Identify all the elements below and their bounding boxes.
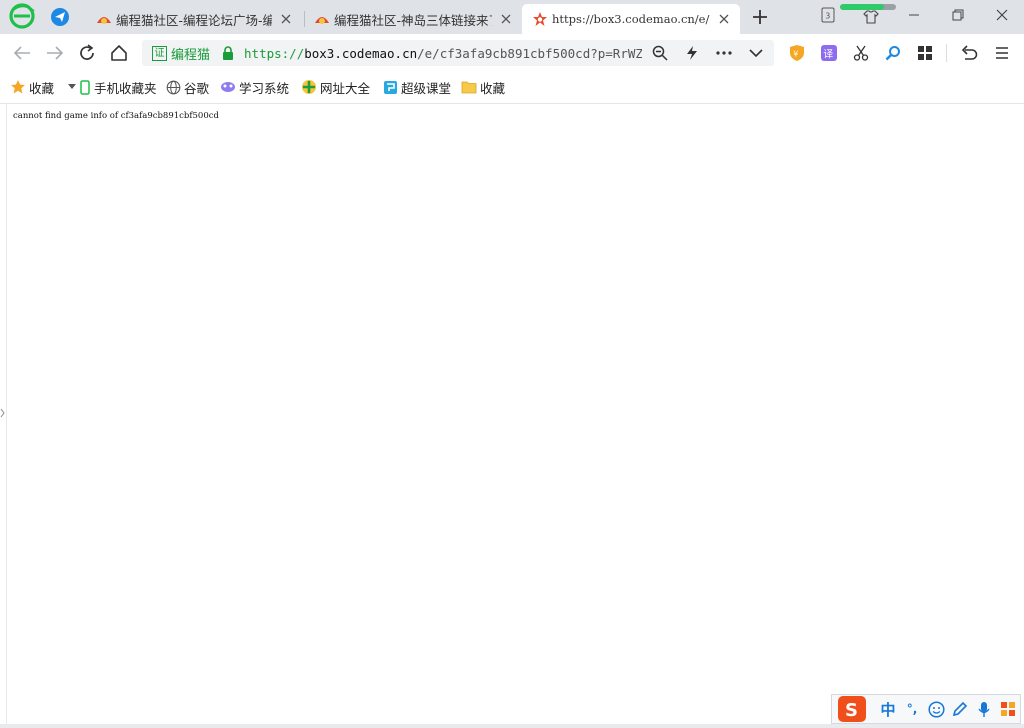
tab-codemao-shendao[interactable]: 编程猫社区-神岛三体链接来了	[310, 4, 520, 34]
codemao-favicon-icon	[97, 17, 111, 24]
home-button[interactable]	[108, 42, 130, 64]
zoom-search-icon[interactable]	[650, 43, 670, 63]
folder-icon	[461, 79, 477, 95]
scissors-icon[interactable]	[850, 42, 872, 64]
back-button[interactable]	[11, 42, 33, 64]
error-message: cannot find game info of cf3afa9cb891cbf…	[13, 111, 219, 121]
sogou-logo-icon[interactable]: S	[838, 696, 866, 722]
forward-button[interactable]	[44, 42, 66, 64]
bookmark-label: 谷歌	[184, 80, 210, 96]
bookmark-label: 学习系统	[239, 80, 290, 96]
lightning-icon[interactable]	[682, 43, 702, 63]
bookmark-folder-favorites[interactable]: 收藏	[461, 78, 505, 96]
reload-button[interactable]	[76, 42, 98, 64]
url-scheme: https://	[244, 45, 305, 61]
close-window-button[interactable]	[990, 4, 1014, 26]
tab-close-icon[interactable]	[716, 11, 732, 27]
site-name: 编程猫	[171, 47, 211, 63]
bookmark-label: 超级课堂	[401, 80, 452, 96]
menu-hamburger-icon[interactable]	[991, 42, 1013, 64]
emoji-icon[interactable]	[924, 697, 948, 721]
tab-close-icon[interactable]	[498, 11, 514, 27]
bookmark-favorites[interactable]: 收藏	[10, 78, 54, 96]
tab-box3-active[interactable]: https://box3.codemao.cn/e/	[522, 4, 740, 34]
ime-toolbar: S 中 °,	[831, 694, 1021, 724]
bookmark-label: 收藏	[480, 80, 506, 96]
undo-icon[interactable]	[958, 42, 980, 64]
skin-shirt-icon[interactable]	[859, 6, 883, 28]
tab-codemao-forum[interactable]: 编程猫社区-编程论坛广场-编	[92, 4, 300, 34]
svg-text:3: 3	[825, 12, 830, 21]
url-host: box3.codemao.cn	[304, 45, 418, 61]
bookmark-mobile[interactable]: 手机收藏夹	[79, 78, 157, 96]
more-options-icon[interactable]	[714, 43, 734, 63]
bookmark-label: 收藏	[29, 80, 55, 96]
ime-language-toggle[interactable]: 中	[876, 697, 900, 721]
svg-text:¥: ¥	[793, 50, 798, 59]
site-directory-icon	[301, 79, 317, 95]
phone-icon	[79, 79, 91, 95]
star-icon	[10, 79, 26, 95]
site-certificate-badge[interactable]: 证 编程猫	[152, 44, 210, 63]
tab-title: https://box3.codemao.cn/e/	[552, 12, 710, 26]
ime-toolbox-icon[interactable]	[996, 697, 1020, 721]
minimize-button[interactable]	[902, 4, 926, 26]
send-plane-icon[interactable]	[50, 7, 70, 27]
certificate-label: 证	[152, 45, 167, 61]
box3-favicon-icon	[533, 12, 547, 26]
toolbar-separator	[946, 44, 947, 62]
page-viewport	[6, 104, 1024, 724]
ime-punctuation-toggle[interactable]: °,	[900, 697, 924, 721]
tab-title: 编程猫社区-编程论坛广场-编	[116, 12, 272, 28]
globe-icon	[165, 79, 181, 95]
shield-coin-icon[interactable]: ¥	[786, 42, 808, 64]
learning-icon	[220, 79, 236, 95]
url-text[interactable]: https://box3.codemao.cn/e/cf3afa9cb891cb…	[244, 46, 642, 61]
sidebar-toggle-arrow-icon[interactable]	[0, 408, 5, 418]
tab-separator	[304, 11, 305, 27]
tab-counter-icon[interactable]: 3	[816, 4, 840, 26]
caret-down-icon	[64, 79, 80, 95]
bookmark-site-directory[interactable]: 网址大全	[301, 78, 370, 96]
codemao-favicon-icon	[315, 17, 329, 24]
microphone-icon[interactable]	[972, 697, 996, 721]
bookmark-label: 网址大全	[320, 80, 371, 96]
browser-logo-icon[interactable]	[9, 3, 35, 29]
svg-text:S: S	[845, 700, 858, 721]
apps-grid-icon[interactable]	[914, 42, 936, 64]
restore-button[interactable]	[946, 4, 970, 26]
bookmark-label: 手机收藏夹	[94, 80, 157, 96]
tab-title: 编程猫社区-神岛三体链接来了	[334, 12, 492, 28]
url-path: /e/cf3afa9cb891cbf500cd?p=RrWZCdbM	[417, 45, 643, 61]
bookmark-google[interactable]: 谷歌	[165, 78, 209, 96]
bookmark-super-classroom[interactable]: 超级课堂	[382, 78, 451, 96]
svg-text:译: 译	[823, 49, 833, 61]
magnifier-icon[interactable]	[882, 42, 904, 64]
translate-icon[interactable]: 译	[818, 42, 840, 64]
handwriting-pen-icon[interactable]	[948, 697, 972, 721]
classroom-icon	[382, 79, 398, 95]
tab-close-icon[interactable]	[278, 11, 294, 27]
chevron-down-icon[interactable]	[746, 43, 766, 63]
new-tab-plus-icon[interactable]	[750, 7, 770, 27]
status-strip	[0, 724, 1024, 728]
address-bar[interactable]: 证 编程猫 https://box3.codemao.cn/e/cf3afa9c…	[142, 40, 774, 66]
bookmark-learning-system[interactable]: 学习系统	[220, 78, 289, 96]
lock-icon[interactable]	[222, 46, 234, 60]
